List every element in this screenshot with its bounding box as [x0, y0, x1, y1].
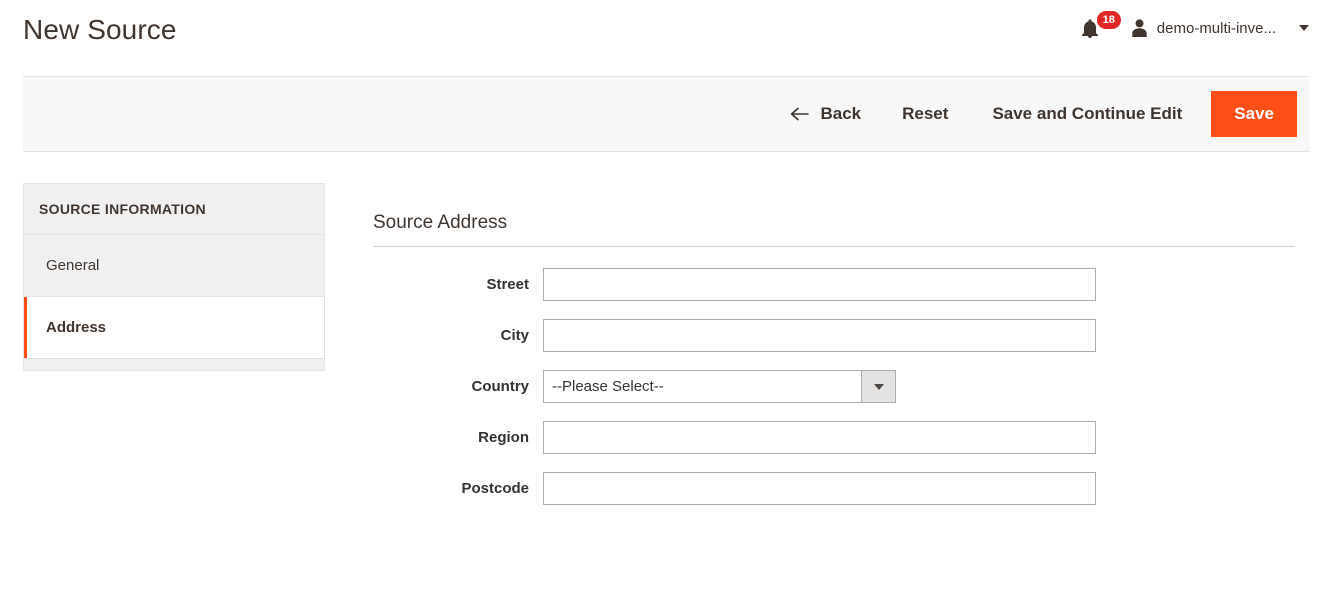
country-select[interactable]: --Please Select-- [543, 370, 896, 403]
main-content-area: SOURCE INFORMATION General Address Sourc… [0, 152, 1331, 601]
postcode-control [543, 472, 1096, 505]
page-actions-toolbar: Back Reset Save and Continue Edit Save [23, 76, 1310, 152]
city-label: City [500, 327, 529, 344]
sidebar-item-address[interactable]: Address [23, 296, 325, 358]
reset-button[interactable]: Reset [902, 104, 948, 124]
sidebar-item-general[interactable]: General [23, 234, 325, 296]
fieldset-title-source-address: Source Address [373, 152, 1295, 247]
save-button[interactable]: Save [1211, 90, 1297, 138]
notification-count-badge: 18 [1096, 11, 1121, 29]
city-input[interactable] [543, 319, 1096, 352]
user-account-menu[interactable]: demo-multi-inve... [1125, 19, 1309, 37]
region-label: Region [478, 429, 529, 446]
page-title: New Source [23, 14, 177, 45]
field-row-region: Region [373, 421, 1295, 454]
user-icon [1132, 19, 1147, 37]
country-control: --Please Select-- [543, 370, 896, 403]
notifications-button[interactable]: 18 [1081, 11, 1125, 43]
region-input[interactable] [543, 421, 1096, 454]
country-select-value: --Please Select-- [552, 378, 664, 395]
save-and-continue-edit-button[interactable]: Save and Continue Edit [992, 104, 1182, 124]
sidebar-title: SOURCE INFORMATION [23, 183, 325, 234]
field-row-street: Street [373, 268, 1295, 301]
field-row-country: Country --Please Select-- [373, 370, 1295, 403]
street-label: Street [486, 276, 529, 293]
source-information-sidebar: SOURCE INFORMATION General Address [23, 183, 325, 371]
source-address-form: Source Address Street City Country --Ple… [373, 152, 1295, 523]
back-button[interactable]: Back [790, 104, 861, 124]
sidebar-item-label: General [46, 257, 100, 274]
street-control [543, 268, 1096, 301]
sidebar-item-label: Address [46, 319, 107, 336]
user-name-label: demo-multi-inve... [1156, 19, 1276, 37]
street-input[interactable] [543, 268, 1096, 301]
city-control [543, 319, 1096, 352]
country-select-toggle[interactable] [861, 371, 895, 402]
sidebar-item-partial[interactable] [23, 358, 325, 371]
field-row-city: City [373, 319, 1295, 352]
page-header: New Source 18 demo-multi-inve... [0, 0, 1331, 76]
header-right-tools: 18 demo-multi-inve... [1081, 11, 1309, 43]
country-label: Country [471, 378, 530, 395]
chevron-down-icon [873, 383, 884, 390]
arrow-left-icon [791, 107, 810, 121]
field-row-postcode: Postcode [373, 472, 1295, 505]
chevron-down-icon [1299, 25, 1309, 31]
region-control [543, 421, 1096, 454]
postcode-input[interactable] [543, 472, 1096, 505]
back-button-label: Back [820, 104, 862, 123]
postcode-label: Postcode [461, 480, 529, 497]
